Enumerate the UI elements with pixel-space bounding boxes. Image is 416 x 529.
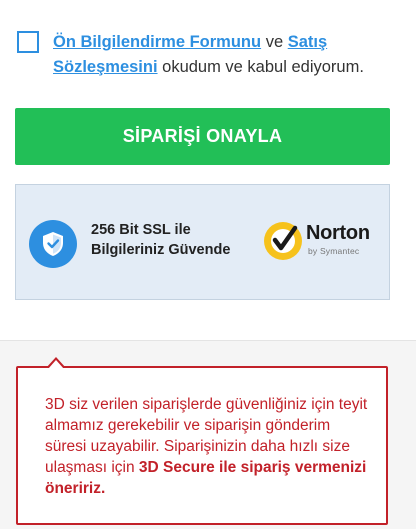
agreement-text: Ön Bilgilendirme Formunu ve Satış Sözleş…: [53, 30, 409, 80]
agreement-conjunction: ve: [265, 33, 284, 51]
agreement-checkbox[interactable]: [17, 31, 39, 53]
confirm-order-button[interactable]: SİPARİŞİ ONAYLA: [15, 108, 390, 165]
checkout-panel: Ön Bilgilendirme Formunu ve Satış Sözleş…: [0, 0, 416, 340]
pre-information-form-link[interactable]: Ön Bilgilendirme Formunu: [53, 33, 261, 51]
ssl-line-1: 256 Bit SSL ile: [91, 222, 191, 238]
ssl-security-box: 256 Bit SSL ile Bilgileriniz Güvende Nor…: [15, 184, 390, 300]
agreement-tail: okudum ve kabul ediyorum.: [162, 58, 364, 76]
notice-text: 3D siz verilen siparişlerde güvenliğiniz…: [45, 394, 375, 499]
notice-section: 3D siz verilen siparişlerde güvenliğiniz…: [0, 340, 416, 529]
norton-check-icon: [264, 222, 302, 260]
ssl-line-2: Bilgileriniz Güvende: [91, 242, 231, 258]
norton-subtitle: by Symantec: [308, 246, 360, 256]
ssl-text: 256 Bit SSL ile Bilgileriniz Güvende: [91, 220, 251, 260]
3d-secure-notice: 3D siz verilen siparişlerde güvenliğiniz…: [16, 357, 388, 525]
norton-logo: Norton by Symantec: [264, 222, 379, 266]
norton-wordmark: Norton: [306, 222, 370, 244]
shield-check-icon: [29, 220, 77, 268]
notice-pointer-fill: [48, 360, 64, 369]
